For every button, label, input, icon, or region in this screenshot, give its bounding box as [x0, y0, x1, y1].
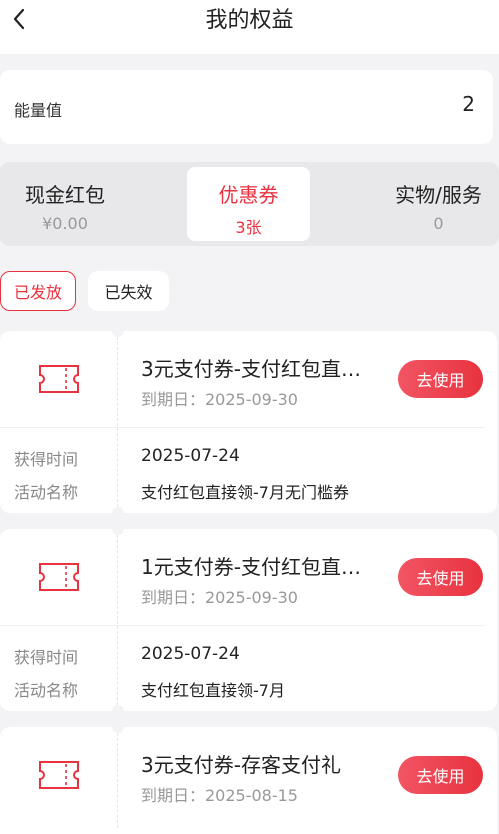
- benefit-tabs: 现金红包 ¥0.00 优惠券 3张 实物/服务 0: [0, 162, 499, 246]
- tab-label: 现金红包: [25, 183, 105, 207]
- activity-name-label: 活动名称: [14, 681, 79, 700]
- energy-value: 2: [462, 92, 475, 116]
- coupon-name: 3元支付券-支付红包直接领: [141, 357, 373, 381]
- acquired-time-label: 获得时间: [14, 648, 79, 667]
- use-coupon-button[interactable]: 去使用: [398, 360, 483, 398]
- coupon-icon-area: [0, 331, 118, 427]
- card-notch: [112, 507, 124, 519]
- use-coupon-button[interactable]: 去使用: [398, 756, 483, 794]
- divider: [117, 337, 118, 507]
- coupon-expiry: 到期日：2025-09-30: [141, 390, 298, 409]
- tab-label: 实物/服务: [395, 183, 482, 207]
- coupon-card[interactable]: 1元支付券-支付红包直接领 到期日：2025-09-30 去使用 获得时间 20…: [0, 523, 497, 717]
- coupon-name: 3元支付券-存客支付礼: [141, 753, 341, 777]
- tab-coupons[interactable]: 优惠券 3张: [187, 167, 310, 241]
- tab-cash-redpacket[interactable]: 现金红包 ¥0.00: [0, 167, 130, 241]
- coupon-icon-area: [0, 529, 118, 625]
- card-notch: [112, 721, 124, 733]
- ticket-icon: [39, 563, 79, 591]
- acquired-time-label: 获得时间: [14, 450, 79, 469]
- tab-count: 0: [433, 214, 444, 233]
- header-bar: 我的权益: [0, 0, 499, 54]
- divider: [117, 535, 118, 705]
- activity-name-label: 活动名称: [14, 483, 79, 502]
- divider: [0, 427, 485, 428]
- tab-count: 3张: [235, 218, 262, 237]
- page-title: 我的权益: [205, 8, 294, 33]
- energy-label: 能量值: [14, 101, 63, 120]
- divider: [117, 733, 118, 828]
- use-coupon-button[interactable]: 去使用: [398, 558, 483, 596]
- tab-goods-services[interactable]: 实物/服务 0: [378, 167, 499, 241]
- divider: [0, 625, 485, 626]
- tab-count: ¥0.00: [42, 214, 88, 233]
- card-notch: [112, 705, 124, 717]
- tab-label: 优惠券: [218, 183, 279, 207]
- acquired-time-value: 2025-07-24: [141, 644, 240, 664]
- activity-name-value: 支付红包直接领-7月无门槛券: [141, 483, 349, 502]
- coupon-expiry: 到期日：2025-09-30: [141, 588, 298, 607]
- ticket-icon: [39, 365, 79, 393]
- coupon-card[interactable]: 3元支付券-存客支付礼 到期日：2025-08-15 去使用: [0, 721, 497, 834]
- filter-expired[interactable]: 已失效: [88, 271, 169, 311]
- coupon-card[interactable]: 3元支付券-支付红包直接领 到期日：2025-09-30 去使用 获得时间 20…: [0, 325, 497, 519]
- activity-name-value: 支付红包直接领-7月: [141, 681, 285, 700]
- ticket-icon: [39, 761, 79, 789]
- card-notch: [112, 523, 124, 535]
- card-notch: [112, 325, 124, 337]
- energy-card: 能量值 2: [0, 70, 493, 144]
- coupon-expiry: 到期日：2025-08-15: [141, 786, 298, 805]
- acquired-time-value: 2025-07-24: [141, 446, 240, 466]
- filter-issued[interactable]: 已发放: [0, 271, 76, 311]
- coupon-name: 1元支付券-支付红包直接领: [141, 555, 373, 579]
- coupon-icon-area: [0, 727, 118, 823]
